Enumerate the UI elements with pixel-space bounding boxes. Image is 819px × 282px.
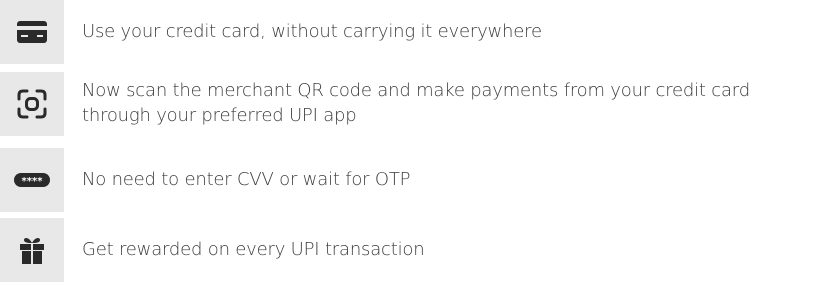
feature-text: No need to enter CVV or wait for OTP — [82, 169, 411, 190]
feature-item-qr-scan: Now scan the merchant QR code and make p… — [0, 72, 819, 136]
qr-scan-icon — [0, 72, 64, 136]
masked-cvv-icon: **** — [0, 148, 64, 212]
feature-text: Now scan the merchant QR code and make p… — [82, 80, 750, 126]
feature-item-rewards: Get rewarded on every UPI transaction — [0, 218, 819, 282]
feature-list: Use your credit card, without carrying i… — [0, 0, 819, 282]
gift-icon — [0, 218, 64, 282]
credit-card-icon — [0, 0, 64, 64]
feature-item-credit-card: Use your credit card, without carrying i… — [0, 0, 819, 64]
feature-text: Get rewarded on every UPI transaction — [82, 239, 425, 260]
feature-item-no-cvv: **** No need to enter CVV or wait for OT… — [0, 148, 819, 212]
feature-text: Use your credit card, without carrying i… — [82, 21, 542, 42]
masked-cvv-glyph: **** — [22, 176, 44, 187]
